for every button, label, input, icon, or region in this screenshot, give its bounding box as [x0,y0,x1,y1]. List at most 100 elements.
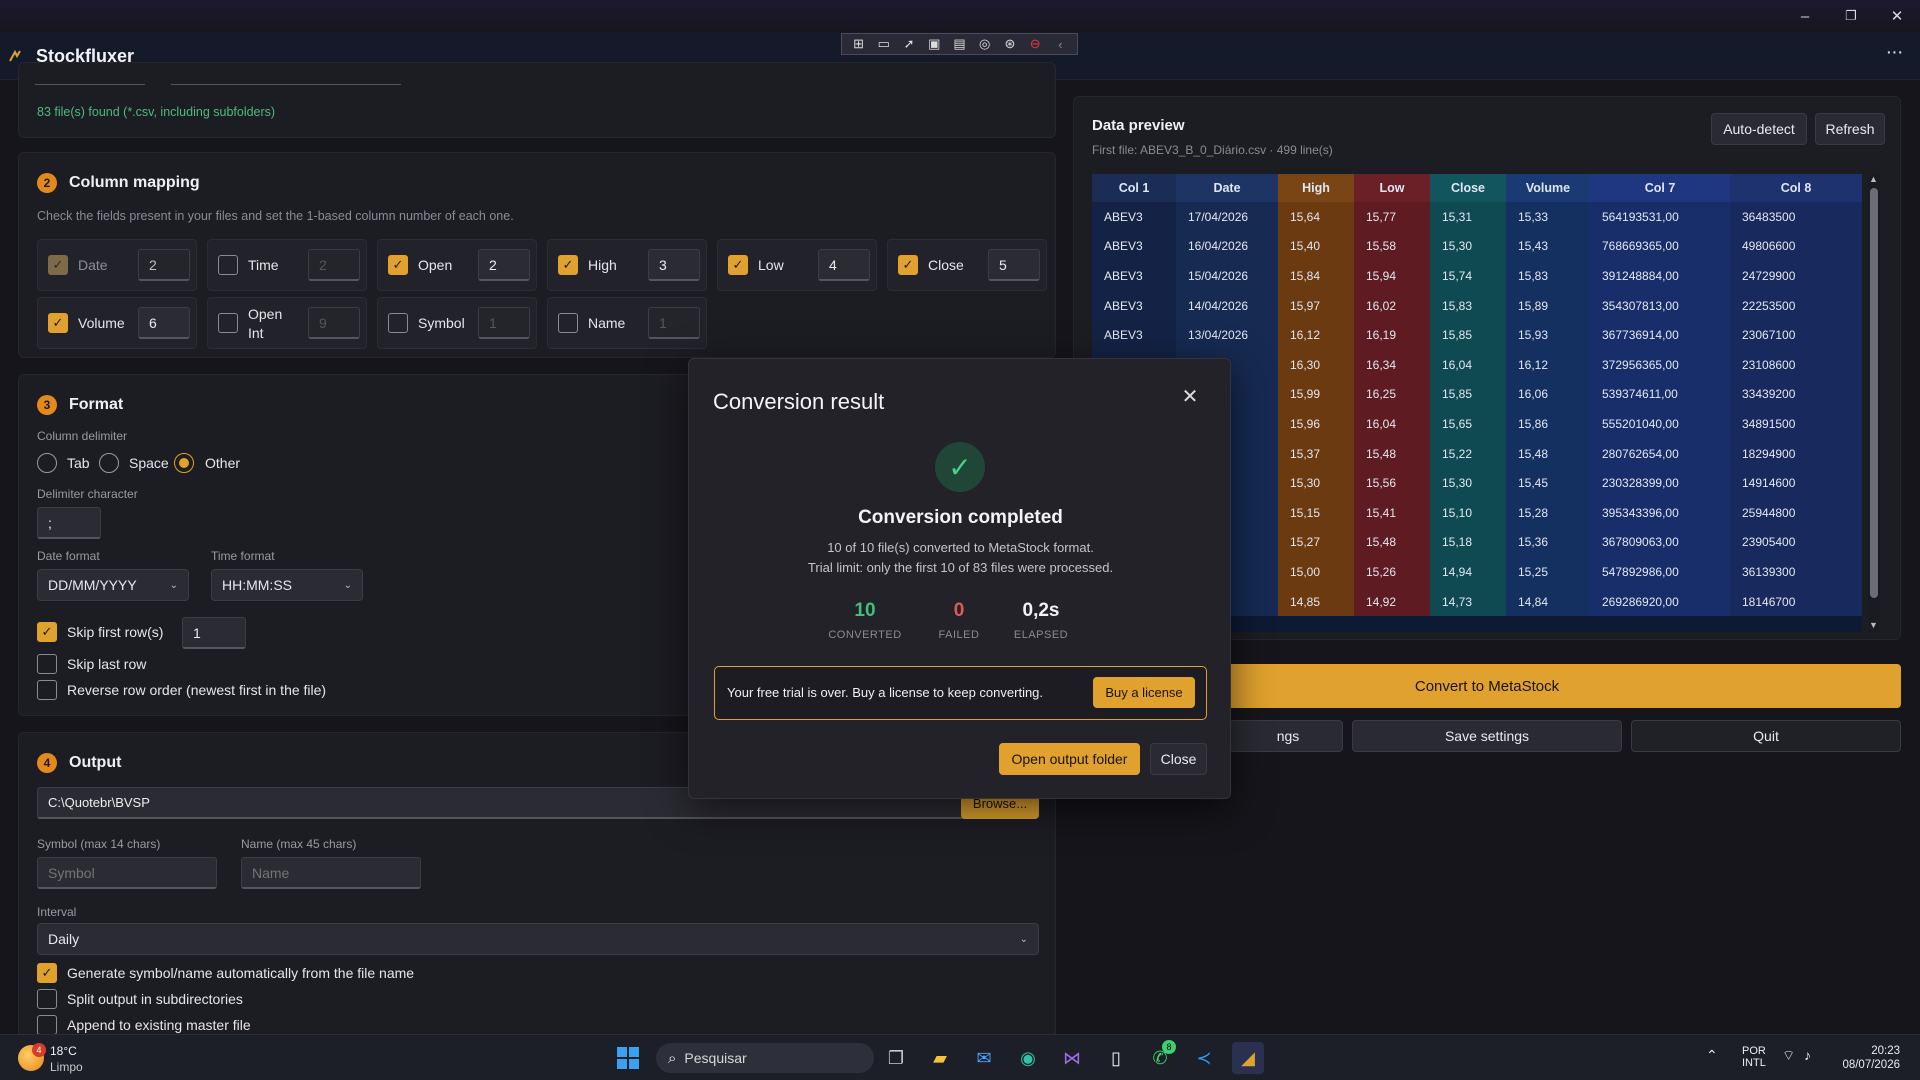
mapping-column-input[interactable]: 4 [818,249,870,281]
mapping-column-input: 2 [138,249,190,281]
tray-overflow-icon[interactable]: ⌃ [1706,1047,1718,1064]
search-icon: ⌕ [668,1049,677,1067]
save-settings-button[interactable]: Save settings [1352,720,1622,752]
camera-icon[interactable]: ▭ [873,35,894,53]
chevron-down-icon: ⌄ [1019,933,1028,945]
mapping-column-input[interactable]: 5 [988,249,1040,281]
minimize-button[interactable]: – [1782,0,1828,32]
mapping-checkbox[interactable] [218,313,238,333]
split-output-checkbox[interactable] [37,989,57,1009]
mapping-field-name: Name 1 [547,297,707,349]
dialog-close-icon[interactable]: ✕ [1178,385,1202,409]
mapping-checkbox[interactable] [558,313,578,333]
table-scrollbar[interactable]: ▲ ▼ [1868,174,1880,632]
column-header[interactable]: Low [1354,174,1430,202]
visual-studio-icon[interactable]: ⋈ [1056,1042,1088,1074]
skip-first-label: Skip first row(s) [67,624,164,640]
table-cell: 15,99 [1278,379,1354,410]
volume-icon[interactable]: ♪ [1804,1047,1811,1063]
mapping-checkbox[interactable]: ✓ [558,255,578,275]
open-output-folder-button[interactable]: Open output folder [999,743,1140,775]
table-cell: 25944800 [1730,497,1862,528]
name-input[interactable] [241,857,421,889]
keyboard-layout: INTL [1742,1057,1766,1069]
refresh-button[interactable]: Refresh [1815,113,1885,145]
delimiter-space-radio[interactable] [99,453,119,473]
skip-last-checkbox[interactable] [37,654,57,674]
accessibility-icon[interactable]: ⊛ [999,35,1020,53]
auto-detect-button[interactable]: Auto-detect [1711,113,1807,145]
column-header[interactable]: Col 7 [1590,174,1730,202]
stop-icon[interactable]: ⊖ [1025,35,1046,53]
column-header[interactable]: Date [1176,174,1278,202]
clock-date: 08/07/2026 [1842,1059,1900,1071]
column-header[interactable]: Close [1430,174,1506,202]
vscode-icon[interactable]: ≺ [1188,1042,1220,1074]
table-cell: 15,28 [1506,497,1590,528]
generate-auto-checkbox[interactable]: ✓ [37,963,57,983]
table-cell: 14,92 [1354,586,1430,617]
skip-first-checkbox[interactable]: ✓ [37,622,57,642]
notepad-icon[interactable]: ▯ [1100,1042,1132,1074]
skip-first-input[interactable]: 1 [182,617,246,649]
start-menu-icon[interactable] [612,1042,644,1074]
mapping-column-input: 2 [308,249,360,281]
frame-icon[interactable]: ▣ [924,35,945,53]
time-format-select[interactable]: HH:MM:SS ⌄ [211,569,363,601]
column-header[interactable]: Volume [1506,174,1590,202]
scroll-up-icon[interactable]: ▲ [1869,174,1878,184]
dialog-close-button[interactable]: Close [1150,743,1207,775]
column-mapping-card: 2 Column mapping Check the fields presen… [18,152,1056,358]
dialog-title: Conversion result [713,389,885,414]
column-header[interactable]: High [1278,174,1354,202]
mapping-column-input[interactable]: 6 [138,307,190,339]
pointer-icon[interactable]: ➚ [898,35,919,53]
append-master-checkbox[interactable] [37,1015,57,1035]
clock[interactable]: 20:23 08/07/2026 [1836,1045,1900,1071]
column-header[interactable]: Col 8 [1730,174,1862,202]
buy-license-button[interactable]: Buy a license [1093,677,1195,708]
table-cell: 15,30 [1278,468,1354,498]
delimiter-other-radio[interactable] [174,453,194,473]
language-indicator[interactable]: POR INTL [1742,1045,1766,1069]
table-row: ABEV3 17/04/2026 15,64 15,77 15,31 15,33 56419… [1092,202,1862,232]
edge-browser-icon[interactable]: ◉ [1012,1042,1044,1074]
maximize-button[interactable]: ❐ [1828,0,1874,32]
table-cell: 15,27 [1278,527,1354,558]
gamepad-icon[interactable]: ◎ [974,35,995,53]
wifi-icon[interactable]: ⌔ [1782,1047,1795,1065]
taskbar-search[interactable]: ⌕ Pesquisar [656,1043,874,1073]
mapping-checkbox[interactable]: ✓ [388,255,408,275]
mapping-checkbox[interactable] [218,255,238,275]
file-explorer-icon[interactable]: ▰ [924,1042,956,1074]
mapping-checkbox[interactable]: ✓ [898,255,918,275]
mapping-field-time: Time 2 [207,239,367,291]
more-options-button[interactable]: ··· [1880,42,1908,68]
scroll-down-icon[interactable]: ▼ [1869,620,1878,630]
mail-icon[interactable]: ✉ [968,1042,1000,1074]
select-tool-icon[interactable]: ⊞ [848,35,869,53]
symbol-input[interactable] [37,857,217,889]
mapping-checkbox[interactable]: ✓ [728,255,748,275]
screen-icon[interactable]: ▤ [949,35,970,53]
scrollbar-thumb[interactable] [1870,188,1878,598]
task-view-icon[interactable]: ❐ [880,1042,912,1074]
mapping-column-input: 1 [648,307,700,339]
quit-button[interactable]: Quit [1631,720,1901,752]
interval-select[interactable]: Daily ⌄ [37,923,1039,955]
delimiter-character-input[interactable]: ; [37,507,101,539]
date-format-select[interactable]: DD/MM/YYYY ⌄ [37,569,189,601]
mapping-label: Symbol [418,315,465,331]
reverse-order-checkbox[interactable] [37,680,57,700]
mapping-column-input: 9 [308,307,360,339]
mapping-checkbox[interactable] [388,313,408,333]
stockfluxer-taskbar-icon[interactable]: ◢ [1232,1042,1264,1074]
table-cell: 367809063,00 [1590,527,1730,558]
mapping-column-input[interactable]: 2 [478,249,530,281]
mapping-column-input[interactable]: 3 [648,249,700,281]
mapping-checkbox[interactable]: ✓ [48,313,68,333]
column-header[interactable]: Col 1 [1092,174,1176,202]
delimiter-tab-radio[interactable] [37,453,57,473]
collapse-icon[interactable]: ‹ [1050,35,1071,53]
close-window-button[interactable]: ✕ [1874,0,1920,32]
